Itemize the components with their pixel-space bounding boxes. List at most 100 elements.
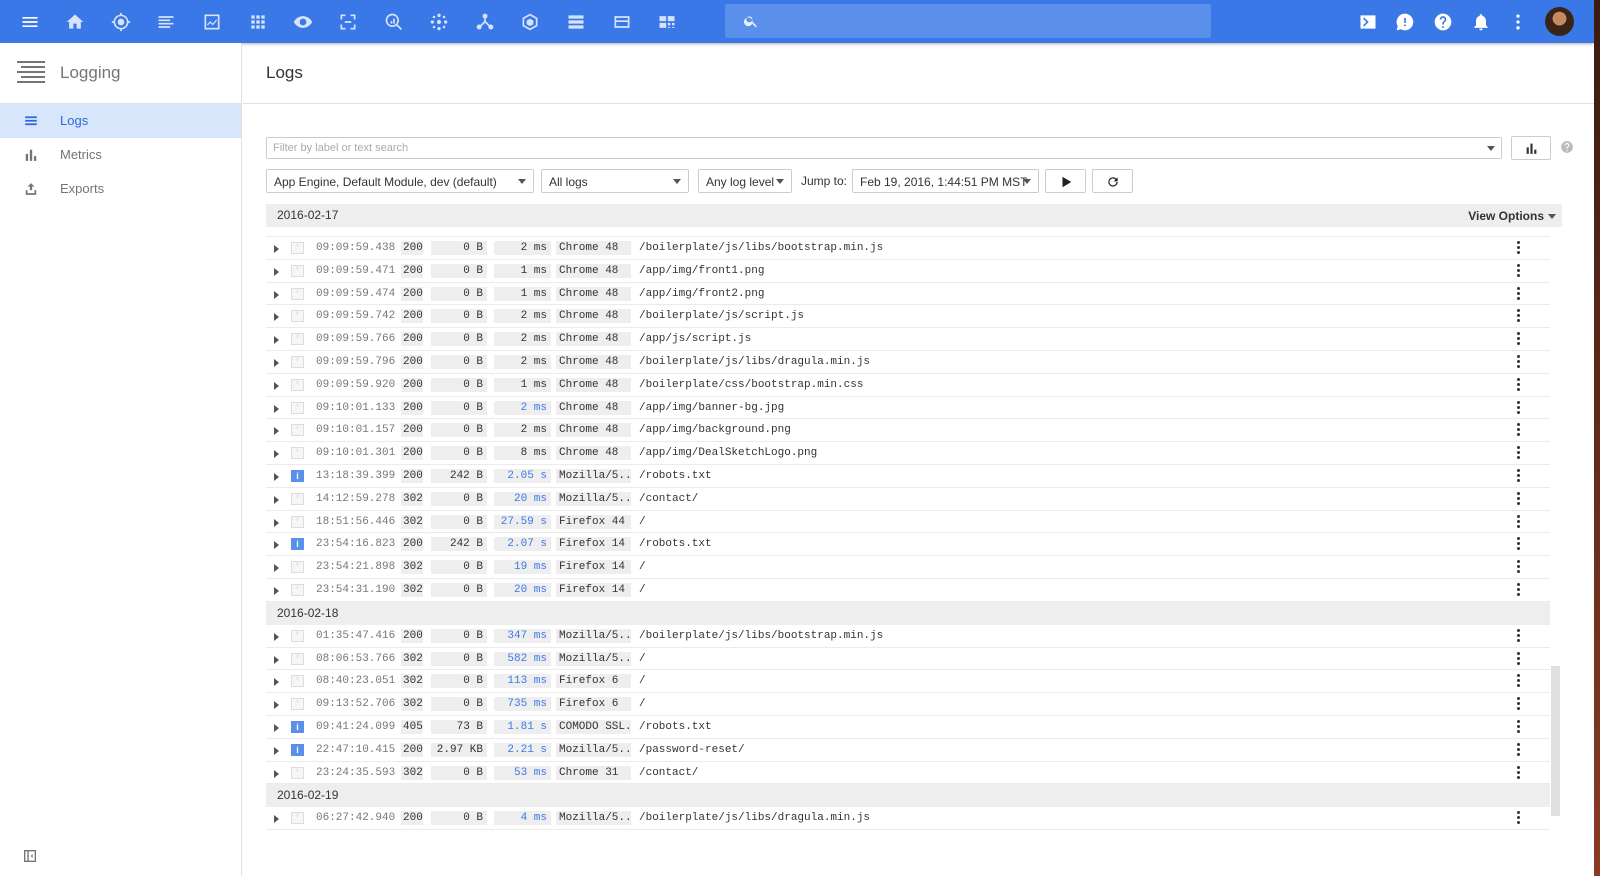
expand-icon[interactable] (335, 9, 361, 35)
tree-icon[interactable] (472, 9, 498, 35)
home-icon[interactable] (62, 9, 88, 35)
table-row[interactable]: * 01:35:47.416 200 0 B 347 ms Mozilla/5.. /boi… (266, 625, 1550, 648)
chevron-down-icon[interactable] (1487, 146, 1495, 151)
expand-arrow-icon[interactable] (274, 495, 279, 504)
expand-arrow-icon[interactable] (274, 427, 279, 436)
table-row[interactable]: * 23:24:35.593 302 0 B 53 ms Chrome 31/contac… (266, 762, 1550, 785)
expand-arrow-icon[interactable] (274, 290, 279, 299)
more-vert-icon[interactable] (1517, 309, 1521, 323)
more-vert-icon[interactable] (1505, 9, 1531, 35)
histogram-button[interactable] (1511, 136, 1551, 160)
filter-input[interactable] (267, 138, 1467, 158)
table-row[interactable]: * 09:09:59.471 200 0 B 1 ms Chrome 48/app/img… (266, 260, 1550, 283)
expand-arrow-icon[interactable] (274, 655, 279, 664)
more-vert-icon[interactable] (1517, 651, 1521, 666)
more-vert-icon[interactable] (1517, 241, 1521, 255)
more-vert-icon[interactable] (1517, 742, 1521, 757)
apps-grid-icon[interactable] (245, 9, 271, 35)
table-row[interactable]: i 09:41:24.099 405 73 B 1.81 s COMODO SSL. /ro… (266, 716, 1550, 739)
expand-arrow-icon[interactable] (274, 358, 279, 367)
feedback-icon[interactable] (1392, 9, 1418, 35)
more-vert-icon[interactable] (1517, 628, 1521, 643)
table-row[interactable]: * 09:09:59.920 200 0 B 1 ms Chrome 48/boilerp… (266, 374, 1550, 397)
expand-arrow-icon[interactable] (274, 815, 279, 824)
table-row[interactable]: * 09:09:59.766 200 0 B 2 ms Chrome 48/app/js/… (266, 328, 1550, 351)
expand-arrow-icon[interactable] (274, 245, 279, 253)
refresh-button[interactable] (1092, 169, 1133, 193)
more-vert-icon[interactable] (1517, 765, 1521, 780)
storage-icon[interactable] (563, 9, 589, 35)
expand-arrow-icon[interactable] (274, 632, 279, 641)
search-bar[interactable] (725, 4, 1211, 38)
table-row[interactable] (266, 227, 1550, 237)
more-vert-icon[interactable] (1517, 423, 1521, 437)
expand-arrow-icon[interactable] (274, 381, 279, 390)
hexagon-icon[interactable] (517, 9, 543, 35)
table-row[interactable]: * 06:27:42.940 200 0 B 4 ms Mozilla/5.. /boile… (266, 807, 1550, 831)
menu-icon[interactable] (17, 9, 43, 35)
expand-arrow-icon[interactable] (274, 313, 279, 322)
card-icon[interactable] (609, 9, 635, 35)
jump-date-select[interactable]: Feb 19, 2016, 1:44:51 PM MST (852, 169, 1039, 193)
cluster-icon[interactable] (426, 9, 452, 35)
eye-icon[interactable] (290, 9, 316, 35)
table-row[interactable]: * 09:09:59.438 200 0 B 2 ms Chrome 48/boilerp… (266, 237, 1550, 260)
search-chart-icon[interactable] (381, 9, 407, 35)
log-level-select[interactable]: Any log level (698, 169, 792, 193)
stream-logs-button[interactable] (1045, 169, 1086, 193)
more-vert-icon[interactable] (1517, 491, 1521, 506)
table-row[interactable]: * 08:40:23.051 302 0 B 113 ms Firefox 6 / (266, 670, 1550, 694)
more-vert-icon[interactable] (1517, 514, 1521, 529)
collapse-sidebar-icon[interactable] (22, 848, 38, 864)
more-vert-icon[interactable] (1517, 263, 1521, 278)
more-vert-icon[interactable] (1517, 332, 1521, 346)
table-row[interactable]: * 18:51:56.446 302 0 B 27.59 s Firefox 44 / (266, 511, 1550, 534)
monitoring-icon[interactable] (199, 9, 225, 35)
table-row[interactable]: * 08:06:53.766 302 0 B 582 ms Mozilla/5.. / (266, 648, 1550, 671)
expand-arrow-icon[interactable] (274, 267, 279, 276)
help-icon[interactable] (1430, 9, 1456, 35)
more-vert-icon[interactable] (1517, 537, 1521, 551)
table-row[interactable]: i 23:54:16.823 200 242 B 2.07 s Firefox 14/ro… (266, 533, 1550, 557)
logs-select[interactable]: All logs (541, 169, 689, 193)
more-vert-icon[interactable] (1517, 400, 1521, 415)
more-vert-icon[interactable] (1517, 354, 1521, 369)
qr-icon[interactable] (654, 9, 680, 35)
table-row[interactable]: * 09:09:59.742 200 0 B 2 ms Chrome 48/boilerp… (266, 305, 1550, 329)
expand-arrow-icon[interactable] (274, 586, 279, 595)
notifications-icon[interactable] (1468, 9, 1494, 35)
table-row[interactable]: i 13:18:39.399 200 242 B 2.05 s Mozilla/5.. /r… (266, 465, 1550, 488)
more-vert-icon[interactable] (1517, 697, 1521, 711)
table-row[interactable]: * 09:13:52.706 302 0 B 735 ms Firefox 6 / (266, 693, 1550, 716)
avatar[interactable] (1545, 7, 1574, 36)
resource-select[interactable]: App Engine, Default Module, dev (default… (266, 169, 534, 193)
expand-arrow-icon[interactable] (274, 701, 279, 710)
list-icon[interactable] (153, 9, 179, 35)
expand-arrow-icon[interactable] (274, 541, 279, 550)
expand-arrow-icon[interactable] (274, 678, 279, 687)
expand-arrow-icon[interactable] (274, 404, 279, 413)
sidebar-item-exports[interactable]: Exports (0, 172, 241, 206)
expand-arrow-icon[interactable] (274, 336, 279, 345)
more-vert-icon[interactable] (1517, 719, 1521, 734)
more-vert-icon[interactable] (1517, 811, 1521, 825)
target-icon[interactable] (108, 9, 134, 35)
expand-arrow-icon[interactable] (274, 723, 279, 732)
table-row[interactable]: * 09:09:59.796 200 0 B 2 ms Chrome 48/boilerp… (266, 351, 1550, 374)
table-row[interactable]: i 22:47:10.415 200 2.97 KB 2.21 s Mozilla/5..… (266, 739, 1550, 762)
expand-arrow-icon[interactable] (274, 564, 279, 573)
sidebar-item-logs[interactable]: Logs (0, 104, 241, 138)
expand-arrow-icon[interactable] (274, 769, 279, 778)
table-row[interactable]: * 09:09:59.474 200 0 B 1 ms Chrome 48/app/img… (266, 283, 1550, 306)
more-vert-icon[interactable] (1517, 468, 1521, 483)
table-row[interactable]: * 23:54:21.898 302 0 B 19 ms Firefox 14 / (266, 556, 1550, 579)
sidebar-item-metrics[interactable]: Metrics (0, 138, 241, 172)
cloud-shell-icon[interactable] (1355, 9, 1381, 35)
table-row[interactable]: * 09:10:01.301 200 0 B 8 ms Chrome 48/app/img… (266, 442, 1550, 465)
more-vert-icon[interactable] (1517, 582, 1521, 597)
table-row[interactable]: * 23:54:31.190 302 0 B 20 ms Firefox 14 / (266, 579, 1550, 602)
expand-arrow-icon[interactable] (274, 472, 279, 481)
more-vert-icon[interactable] (1517, 446, 1521, 460)
more-vert-icon[interactable] (1517, 377, 1521, 392)
more-vert-icon[interactable] (1517, 286, 1521, 301)
